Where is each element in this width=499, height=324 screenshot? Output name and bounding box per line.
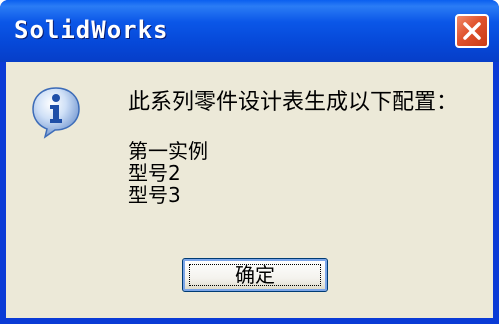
- ok-button-label: 确定: [235, 263, 275, 287]
- dialog-body: 此系列零件设计表生成以下配置： 第一实例 型号2 型号3 确定: [6, 62, 493, 318]
- title-bar[interactable]: SolidWorks: [0, 0, 499, 62]
- close-button[interactable]: [455, 14, 489, 48]
- configuration-list: 第一实例 型号2 型号3: [128, 140, 208, 206]
- window-bottom-border: [0, 318, 499, 324]
- configuration-item: 型号3: [128, 183, 181, 207]
- message-dialog-window: SolidWorks 此系列零件设计表生成以下配置： 第一实例 型号2 型号3 …: [0, 0, 499, 324]
- ok-button[interactable]: 确定: [182, 258, 328, 292]
- dialog-message: 此系列零件设计表生成以下配置：: [128, 90, 459, 115]
- configuration-item: 型号2: [128, 161, 181, 185]
- close-icon: [463, 22, 481, 40]
- configuration-item: 第一实例: [128, 139, 208, 163]
- info-icon: [32, 87, 80, 139]
- window-title: SolidWorks: [14, 16, 169, 44]
